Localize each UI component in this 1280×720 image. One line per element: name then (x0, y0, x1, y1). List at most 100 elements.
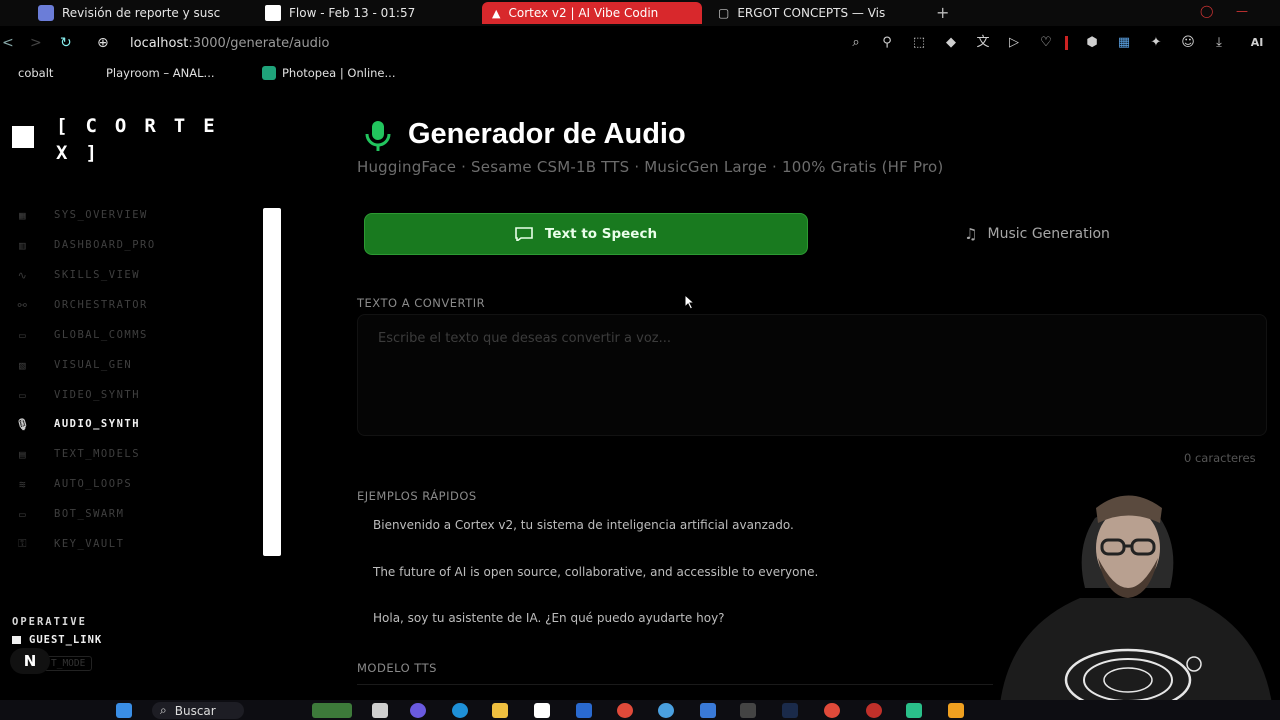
minimize-icon[interactable]: — (1236, 4, 1248, 18)
zoom-icon[interactable]: ⌕ (849, 36, 863, 50)
layers-icon: ≋ (18, 477, 28, 491)
app-icon[interactable] (948, 703, 964, 718)
notepad-icon[interactable] (534, 703, 550, 718)
url-field[interactable]: localhost:3000/generate/audio (130, 36, 330, 51)
windows-start-icon[interactable] (116, 703, 132, 718)
file-explorer-icon[interactable] (492, 703, 508, 718)
record-icon[interactable]: ◯ (1200, 4, 1213, 18)
key-icon: ⚿ (18, 537, 28, 550)
tab-title: Revisión de reporte y susc (62, 6, 221, 20)
download-icon[interactable]: ⤓ (1212, 36, 1226, 50)
divider (1065, 36, 1068, 50)
music-note-icon: ♫ (964, 225, 978, 243)
example-item[interactable]: Hola, soy tu asistente de IA. ¿En qué pu… (373, 611, 725, 625)
example-item[interactable]: Bienvenido a Cortex v2, tu sistema de in… (373, 518, 794, 532)
cobalt-icon (0, 66, 12, 80)
bookmark-cobalt[interactable]: cobalt (0, 66, 53, 80)
examples-label: EJEMPLOS RÁPIDOS (357, 489, 477, 503)
example-item[interactable]: The future of AI is open source, collabo… (373, 565, 818, 579)
sidebar-item-sys-overview[interactable]: ▦ SYS_OVERVIEW (14, 207, 148, 223)
send-icon[interactable]: ▷ (1007, 36, 1021, 50)
character-count: 0 caracteres (1184, 451, 1256, 465)
extension-icon[interactable]: ⬢ (1085, 36, 1099, 50)
bookmark-playroom[interactable]: Playroom – ANAL... (86, 66, 215, 80)
task-view-icon[interactable] (372, 703, 388, 718)
mouse-cursor-icon (684, 294, 696, 310)
message-icon (515, 227, 533, 241)
pin-icon[interactable]: ⚲ (880, 36, 894, 50)
sidebar-item-text-models[interactable]: ▤ TEXT_MODELS (14, 446, 140, 462)
sidebar-item-audio-synth[interactable]: 🎙 AUDIO_SYNTH (14, 416, 140, 432)
sidebar-item-label: BOT_SWARM (54, 508, 125, 520)
app-icon[interactable] (906, 703, 922, 718)
pocket-icon[interactable]: ◆ (944, 36, 958, 50)
user-link[interactable]: GUEST_LINK (12, 634, 102, 646)
playroom-icon (86, 66, 100, 80)
widgets-icon[interactable] (312, 703, 352, 718)
bookmark-label: Photopea | Online... (282, 66, 396, 80)
browser-tab-1[interactable]: Flow - Feb 13 - 01:57 (265, 2, 465, 24)
text-input[interactable] (357, 314, 1267, 436)
browser-tab-2[interactable]: ▲ Cortex v2 | AI Vibe Codin (482, 2, 702, 24)
sidebar-item-global-comms[interactable]: ▭ GLOBAL_COMMS (14, 327, 148, 343)
copilot-icon[interactable] (410, 703, 426, 718)
doc-icon (265, 5, 281, 21)
sidebar-item-label: KEY_VAULT (54, 538, 125, 550)
bookmark-manager-icon[interactable]: ▦ (1117, 36, 1131, 50)
sidebar-item-label: SKILLS_VIEW (54, 269, 141, 281)
tab-label: Music Generation (987, 226, 1110, 242)
terminal-icon[interactable] (740, 703, 756, 718)
reload-icon[interactable]: ↻ (60, 35, 72, 51)
sidebar-item-dashboard-pro[interactable]: ▥ DASHBOARD_PRO (14, 237, 156, 253)
sidebar-scrollbar[interactable] (263, 208, 281, 556)
sidebar-item-orchestrator[interactable]: ⚯ ORCHESTRATOR (14, 297, 148, 313)
tab-title: Flow - Feb 13 - 01:57 (289, 6, 416, 20)
mode-badge: T_MODE (44, 656, 93, 671)
tab-favicon-icon (38, 5, 54, 21)
sidebar-item-auto-loops[interactable]: ≋ AUTO_LOOPS (14, 476, 132, 492)
model-label: MODELO TTS (357, 661, 437, 675)
back-icon[interactable]: < (2, 35, 14, 51)
puzzle-icon[interactable]: ✦ (1149, 36, 1163, 50)
taskbar-search[interactable]: ⌕ Buscar (152, 702, 244, 719)
store-icon[interactable] (576, 703, 592, 718)
chrome-icon[interactable] (617, 703, 633, 718)
sidebar-item-video-synth[interactable]: ▭ VIDEO_SYNTH (14, 387, 140, 403)
forward-icon[interactable]: > (30, 35, 42, 51)
tab-text-to-speech[interactable]: Text to Speech (364, 213, 808, 255)
edge-icon[interactable] (452, 703, 468, 718)
tab-music-generation[interactable]: ♫ Music Generation (808, 213, 1266, 255)
browser-tab-bar: Revisión de reporte y susc Flow - Feb 13… (0, 0, 1280, 26)
bookmark-photopea[interactable]: Photopea | Online... (262, 66, 395, 80)
new-tab-button[interactable]: + (936, 3, 949, 22)
profile-icon[interactable]: ☺ (1181, 36, 1195, 50)
app-icon[interactable] (700, 703, 716, 718)
grid-icon: ▦ (18, 208, 28, 222)
browser-tab-0[interactable]: Revisión de reporte y susc (38, 2, 238, 24)
screenshot-icon[interactable]: ⬚ (912, 36, 926, 50)
dashboard-icon: ▥ (18, 238, 28, 252)
browser-tab-3[interactable]: ▢ ERGOT CONCEPTS — Vis (718, 2, 918, 24)
system-status: OPERATIVE (12, 616, 87, 628)
translate-icon[interactable]: 文 (976, 36, 990, 50)
site-info-icon[interactable]: ⊕ (97, 35, 109, 51)
next-badge[interactable]: N (10, 648, 50, 674)
logo-text[interactable]: [CORTEX] (56, 113, 256, 167)
sidebar-item-label: VIDEO_SYNTH (54, 389, 141, 401)
app-icon[interactable] (782, 703, 798, 718)
sidebar-item-visual-gen[interactable]: ▧ VISUAL_GEN (14, 357, 132, 373)
app-icon[interactable] (658, 703, 674, 718)
sidebar-item-key-vault[interactable]: ⚿ KEY_VAULT (14, 536, 124, 552)
sidebar-item-bot-swarm[interactable]: ▭ BOT_SWARM (14, 506, 124, 522)
sidebar-item-skills-view[interactable]: ∿ SKILLS_VIEW (14, 267, 140, 283)
logo-mark (12, 126, 34, 148)
sidebar-item-label: AUDIO_SYNTH (54, 418, 141, 430)
heart-icon[interactable]: ♡ (1039, 36, 1053, 50)
app-icon[interactable] (866, 703, 882, 718)
bookmark-label: cobalt (18, 66, 54, 80)
url-host: localhost (130, 36, 189, 51)
video-icon: ▭ (18, 388, 28, 402)
ai-button[interactable]: AI (1242, 36, 1272, 50)
chrome-icon[interactable] (824, 703, 840, 718)
sidebar-item-label: DASHBOARD_PRO (54, 239, 156, 251)
